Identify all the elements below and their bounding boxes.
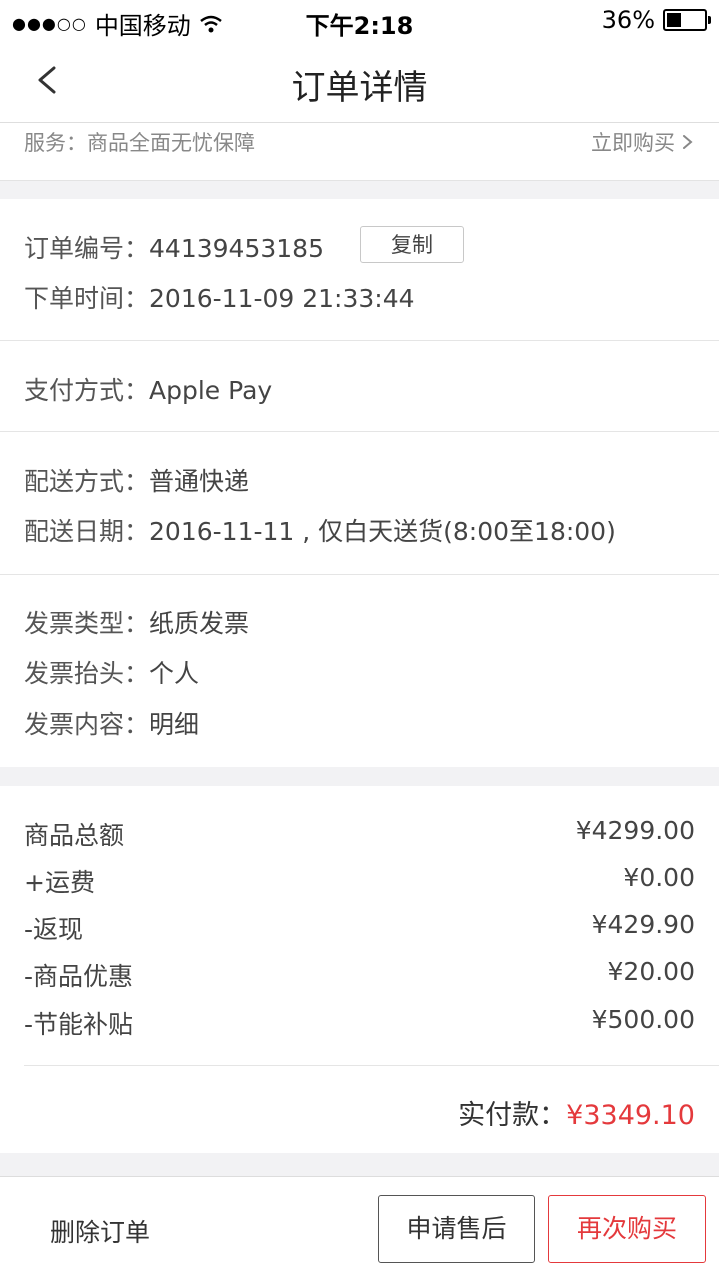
chevron-right-icon <box>683 135 693 149</box>
delivery-section: 配送方式：普通快递 配送日期：2016-11-11 , 仅白天送货(8:00至1… <box>0 432 719 575</box>
amount-label: 商品总额 <box>24 821 125 850</box>
nav-bar: 订单详情 <box>0 40 719 123</box>
order-number-row: 订单编号：44139453185 <box>24 229 324 265</box>
amount-label: -商品优惠 <box>24 962 134 991</box>
payment-value: Apple Pay <box>149 376 273 405</box>
delete-order-button[interactable]: 删除订单 <box>50 1213 150 1249</box>
amount-value: ¥500.00 <box>591 1005 695 1034</box>
order-number-section: 订单编号：44139453185 复制 下单时间：2016-11-09 21:3… <box>0 199 719 341</box>
total-value: ¥3349.10 <box>566 1100 695 1131</box>
bottom-action-bar: 删除订单 申请售后 再次购买 <box>0 1176 719 1281</box>
invoice-type-row: 发票类型：纸质发票 <box>24 604 249 640</box>
invoice-content-label: 发票内容： <box>24 710 150 739</box>
invoice-section: 发票类型：纸质发票 发票抬头：个人 发票内容：明细 <box>0 575 719 767</box>
delivery-method-label: 配送方式： <box>24 467 150 496</box>
copy-button[interactable]: 复制 <box>360 226 464 263</box>
total-row: 实付款：¥3349.10 <box>458 1093 695 1132</box>
invoice-type-label: 发票类型： <box>24 609 150 638</box>
delivery-date-value: 2016-11-11 , 仅白天送货(8:00至18:00) <box>149 517 616 546</box>
amount-value: ¥429.90 <box>591 910 695 939</box>
delivery-method-value: 普通快递 <box>149 467 250 496</box>
order-time-row: 下单时间：2016-11-09 21:33:44 <box>24 279 415 315</box>
payment-row: 支付方式：Apple Pay <box>24 371 272 407</box>
amount-value: ¥4299.00 <box>575 816 695 845</box>
delivery-date-row: 配送日期：2016-11-11 , 仅白天送货(8:00至18:00) <box>24 512 616 548</box>
order-number-value: 44139453185 <box>149 234 324 263</box>
status-bar: ●●●○○ 中国移动 下午2:18 36% <box>0 0 719 40</box>
order-info-card: 订单编号：44139453185 复制 下单时间：2016-11-09 21:3… <box>0 199 719 767</box>
payment-label: 支付方式： <box>24 376 150 405</box>
invoice-type-value: 纸质发票 <box>149 609 250 638</box>
order-time-label: 下单时间： <box>24 284 150 313</box>
order-number-label: 订单编号： <box>24 234 150 263</box>
amount-divider <box>24 1065 719 1066</box>
battery-percent: 36% <box>601 6 655 34</box>
invoice-title-value: 个人 <box>149 659 200 688</box>
amount-value: ¥20.00 <box>607 957 695 986</box>
rebuy-button[interactable]: 再次购买 <box>548 1195 706 1263</box>
amount-label: -返现 <box>24 915 84 944</box>
invoice-content-value: 明细 <box>149 710 200 739</box>
invoice-title-label: 发票抬头： <box>24 659 150 688</box>
buy-now-link[interactable]: 立即购买 <box>591 127 695 157</box>
battery-icon <box>663 9 711 31</box>
delivery-method-row: 配送方式：普通快递 <box>24 462 249 498</box>
order-time-value: 2016-11-09 21:33:44 <box>149 284 415 313</box>
delivery-date-label: 配送日期： <box>24 517 150 546</box>
amount-card: 商品总额 ¥4299.00 +运费 ¥0.00 -返现 ¥429.90 -商品优… <box>0 786 719 1153</box>
total-label: 实付款： <box>458 1100 567 1131</box>
buy-now-label: 立即购买 <box>591 131 675 155</box>
amount-label: -节能补贴 <box>24 1010 134 1039</box>
service-label: 服务：商品全面无忧保障 <box>24 131 255 155</box>
amount-label: +运费 <box>24 868 95 897</box>
payment-section: 支付方式：Apple Pay <box>0 341 719 432</box>
after-sales-button[interactable]: 申请售后 <box>378 1195 535 1263</box>
service-row: 服务：商品全面无忧保障 立即购买 <box>0 123 719 181</box>
invoice-content-row: 发票内容：明细 <box>24 705 199 741</box>
page-title: 订单详情 <box>291 68 428 108</box>
invoice-title-row: 发票抬头：个人 <box>24 654 199 690</box>
amount-value: ¥0.00 <box>623 863 695 892</box>
